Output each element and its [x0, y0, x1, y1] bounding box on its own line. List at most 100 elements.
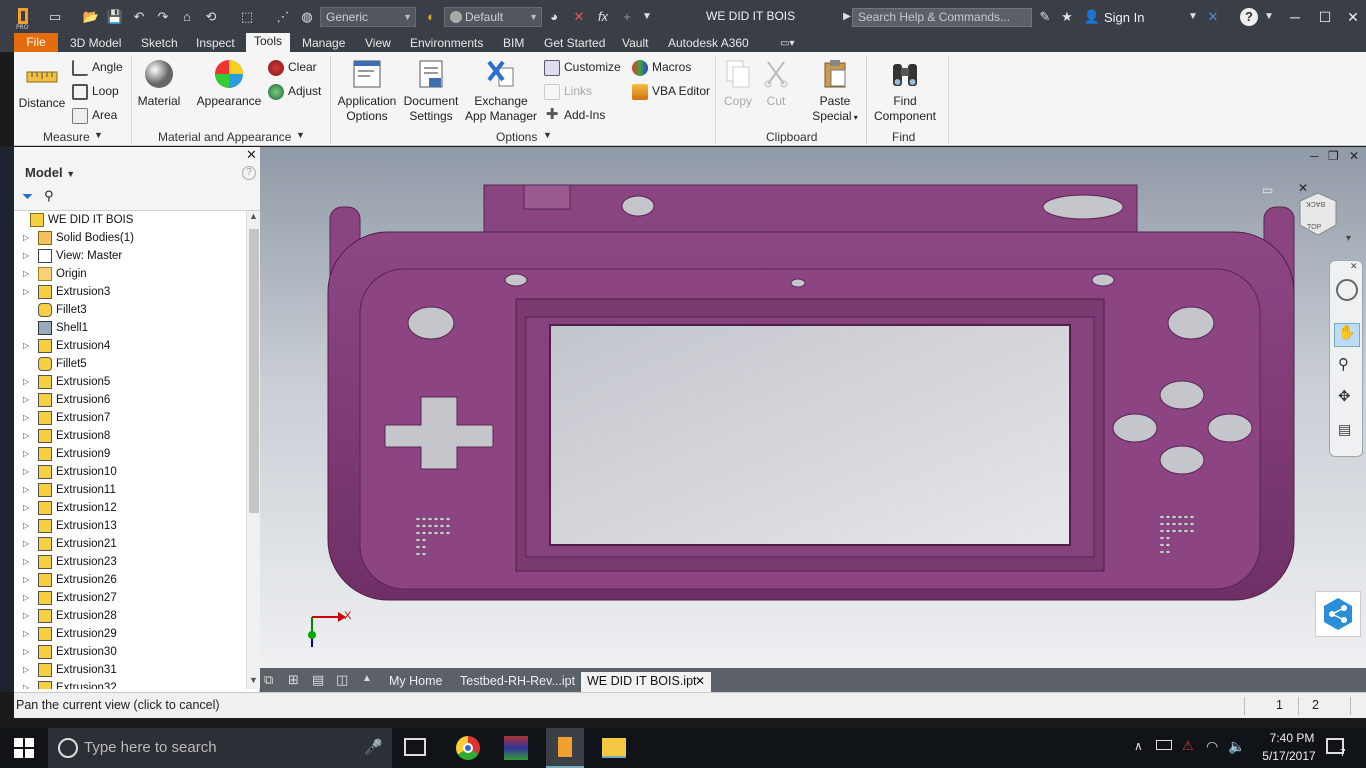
user-icon[interactable]: 👤	[1083, 8, 1101, 26]
viewport-minimize-icon[interactable]: ─	[1310, 149, 1319, 163]
vertical-tile-icon[interactable]: ◫	[336, 672, 348, 688]
find-component-button[interactable]: Find Component	[870, 58, 940, 124]
cascade-icon[interactable]: ⧉	[264, 672, 273, 688]
viewcube-top-face[interactable]: TOP	[1307, 224, 1321, 231]
exchange-app-manager-button[interactable]: Exchange App Manager	[464, 58, 538, 124]
doc-tab-we-did-it-bois[interactable]: WE DID IT BOIS.ipt ✕	[581, 672, 711, 692]
appearance-icon[interactable]: ◐	[422, 8, 440, 26]
look-at-icon[interactable]: ▤	[1338, 421, 1351, 438]
windows-start-icon[interactable]	[14, 738, 34, 758]
navbar-close-icon[interactable]: ✕	[1350, 261, 1358, 272]
material-button[interactable]: Material	[134, 58, 184, 109]
material-panel-arrow-icon[interactable]: ▼	[296, 130, 305, 140]
orbit-icon[interactable]: ✥	[1338, 387, 1351, 405]
measure-panel-label[interactable]: Measure	[43, 130, 90, 144]
update-icon[interactable]: ⟲	[202, 8, 220, 26]
close-tab-icon[interactable]: ✕	[695, 672, 705, 691]
expand-arrow-icon[interactable]: ▷	[23, 409, 29, 427]
vba-editor-button[interactable]: VBA Editor	[632, 82, 710, 100]
document-settings-button[interactable]: Document Settings	[400, 58, 462, 124]
home-icon[interactable]: ⌂	[178, 8, 196, 26]
close-window-button[interactable]: ✕	[1342, 6, 1364, 28]
signin-dropdown-icon[interactable]: ▼	[1184, 8, 1202, 26]
area-button[interactable]: Area	[72, 106, 117, 124]
viewcube-menu-icon[interactable]: ▾	[1346, 233, 1351, 244]
expand-arrow-icon[interactable]: ▷	[23, 607, 29, 625]
customize-button[interactable]: Customize	[544, 58, 621, 76]
minimize-button[interactable]: ─	[1284, 6, 1306, 28]
expand-arrow-icon[interactable]: ▷	[23, 499, 29, 517]
tab-list-arrow-icon[interactable]: ▲	[362, 673, 372, 684]
copy-button[interactable]: Copy	[718, 58, 758, 109]
adjust-button[interactable]: Adjust	[268, 82, 321, 100]
cut-button[interactable]: Cut	[758, 58, 794, 109]
home-view-icon[interactable]: ▭	[1262, 183, 1273, 197]
save-icon[interactable]: 💾	[106, 8, 124, 26]
undo-icon[interactable]: ↶	[130, 8, 148, 26]
measure-panel-arrow-icon[interactable]: ▼	[94, 130, 103, 140]
tab-vault[interactable]: Vault	[620, 35, 650, 53]
browser-help-icon[interactable]: ?	[242, 166, 256, 180]
add-ins-button[interactable]: ✚ Add-Ins	[544, 106, 606, 124]
scroll-up-icon[interactable]: ▲	[249, 211, 258, 221]
viewport-close-icon[interactable]: ✕	[1349, 149, 1359, 163]
links-button[interactable]: Links	[544, 82, 592, 100]
tab-manage[interactable]: Manage	[300, 35, 347, 53]
material-combo[interactable]: Generic ▼	[320, 7, 416, 27]
wifi-icon[interactable]: ◠	[1206, 738, 1218, 755]
adjust-icon[interactable]: ◕	[545, 8, 563, 26]
graphics-viewport[interactable]: BACK TOP ▭ ✕ ▾ ─ ❐ ✕ ✕ ✋ ⚲ ✥ ▤ X	[260, 147, 1366, 668]
expand-arrow-icon[interactable]: ▷	[23, 337, 29, 355]
expand-arrow-icon[interactable]: ▷	[23, 661, 29, 679]
expand-arrow-icon[interactable]: ▷	[23, 625, 29, 643]
maximize-button[interactable]: ☐	[1314, 6, 1336, 28]
viewport-restore-icon[interactable]: ❐	[1328, 149, 1339, 163]
expand-arrow-icon[interactable]: ▷	[23, 679, 29, 689]
subscription-icon[interactable]: ✎	[1036, 8, 1054, 26]
find-binoculars-icon[interactable]: ⚲	[44, 188, 54, 204]
expand-arrow-icon[interactable]: ▷	[23, 229, 29, 247]
expand-arrow-icon[interactable]: ▷	[23, 571, 29, 589]
expand-arrow-icon[interactable]: ▷	[23, 445, 29, 463]
volume-icon[interactable]: 🔈	[1228, 738, 1245, 755]
expand-arrow-icon[interactable]: ▷	[23, 247, 29, 265]
help-dropdown-icon[interactable]: ▼	[1260, 8, 1278, 26]
tab-tools[interactable]: Tools	[246, 33, 291, 52]
material-sphere-icon[interactable]: ◍	[298, 8, 316, 26]
pan-hand-icon[interactable]: ✋	[1334, 323, 1360, 347]
options-panel-arrow-icon[interactable]: ▼	[543, 130, 552, 140]
tab-bim[interactable]: BIM	[501, 35, 526, 53]
expand-arrow-icon[interactable]: ▷	[23, 427, 29, 445]
application-options-button[interactable]: Application Options	[334, 58, 400, 124]
expand-arrow-icon[interactable]: ▷	[23, 643, 29, 661]
tab-get-started[interactable]: Get Started	[542, 35, 607, 53]
scrollbar-thumb[interactable]	[249, 229, 259, 513]
material-appearance-panel-label[interactable]: Material and Appearance	[158, 130, 291, 144]
loop-button[interactable]: Loop	[72, 82, 119, 100]
customize-arrow-icon[interactable]: ▼	[638, 8, 656, 26]
ribbon-toggle-icon[interactable]: ▭▾	[778, 35, 796, 53]
expand-arrow-icon[interactable]: ▷	[23, 391, 29, 409]
zoom-icon[interactable]: ⚲	[1338, 355, 1349, 373]
expand-arrow-icon[interactable]: ▷	[23, 517, 29, 535]
scroll-down-icon[interactable]: ▼	[249, 675, 258, 685]
open-icon[interactable]: 📂	[82, 8, 100, 26]
options-panel-label[interactable]: Options	[496, 130, 537, 144]
angle-button[interactable]: Angle	[72, 58, 123, 76]
paste-special-button[interactable]: Paste Special ▾	[810, 58, 860, 125]
tab-view[interactable]: View	[363, 35, 393, 53]
clear-button[interactable]: Clear	[268, 58, 317, 76]
taskbar-search-box[interactable]: Type here to search 🎤	[48, 728, 392, 768]
doc-tab-testbed[interactable]: Testbed-RH-Rev...ipt	[454, 672, 581, 692]
clock-date[interactable]: 5/17/2017	[1256, 749, 1322, 763]
battery-icon[interactable]	[1156, 740, 1172, 750]
help-icon[interactable]: ?	[1240, 8, 1258, 26]
macros-button[interactable]: Macros	[632, 58, 691, 76]
model-3d-view[interactable]	[260, 147, 1366, 668]
redo-icon[interactable]: ↷	[154, 8, 172, 26]
distance-button[interactable]: Distance	[16, 60, 68, 111]
inventor-logo-icon[interactable]: PRO	[12, 6, 34, 31]
expand-arrow-icon[interactable]: ▷	[23, 535, 29, 553]
inventor-taskbar-icon[interactable]	[546, 728, 584, 768]
new-icon[interactable]: ▭	[46, 8, 64, 26]
